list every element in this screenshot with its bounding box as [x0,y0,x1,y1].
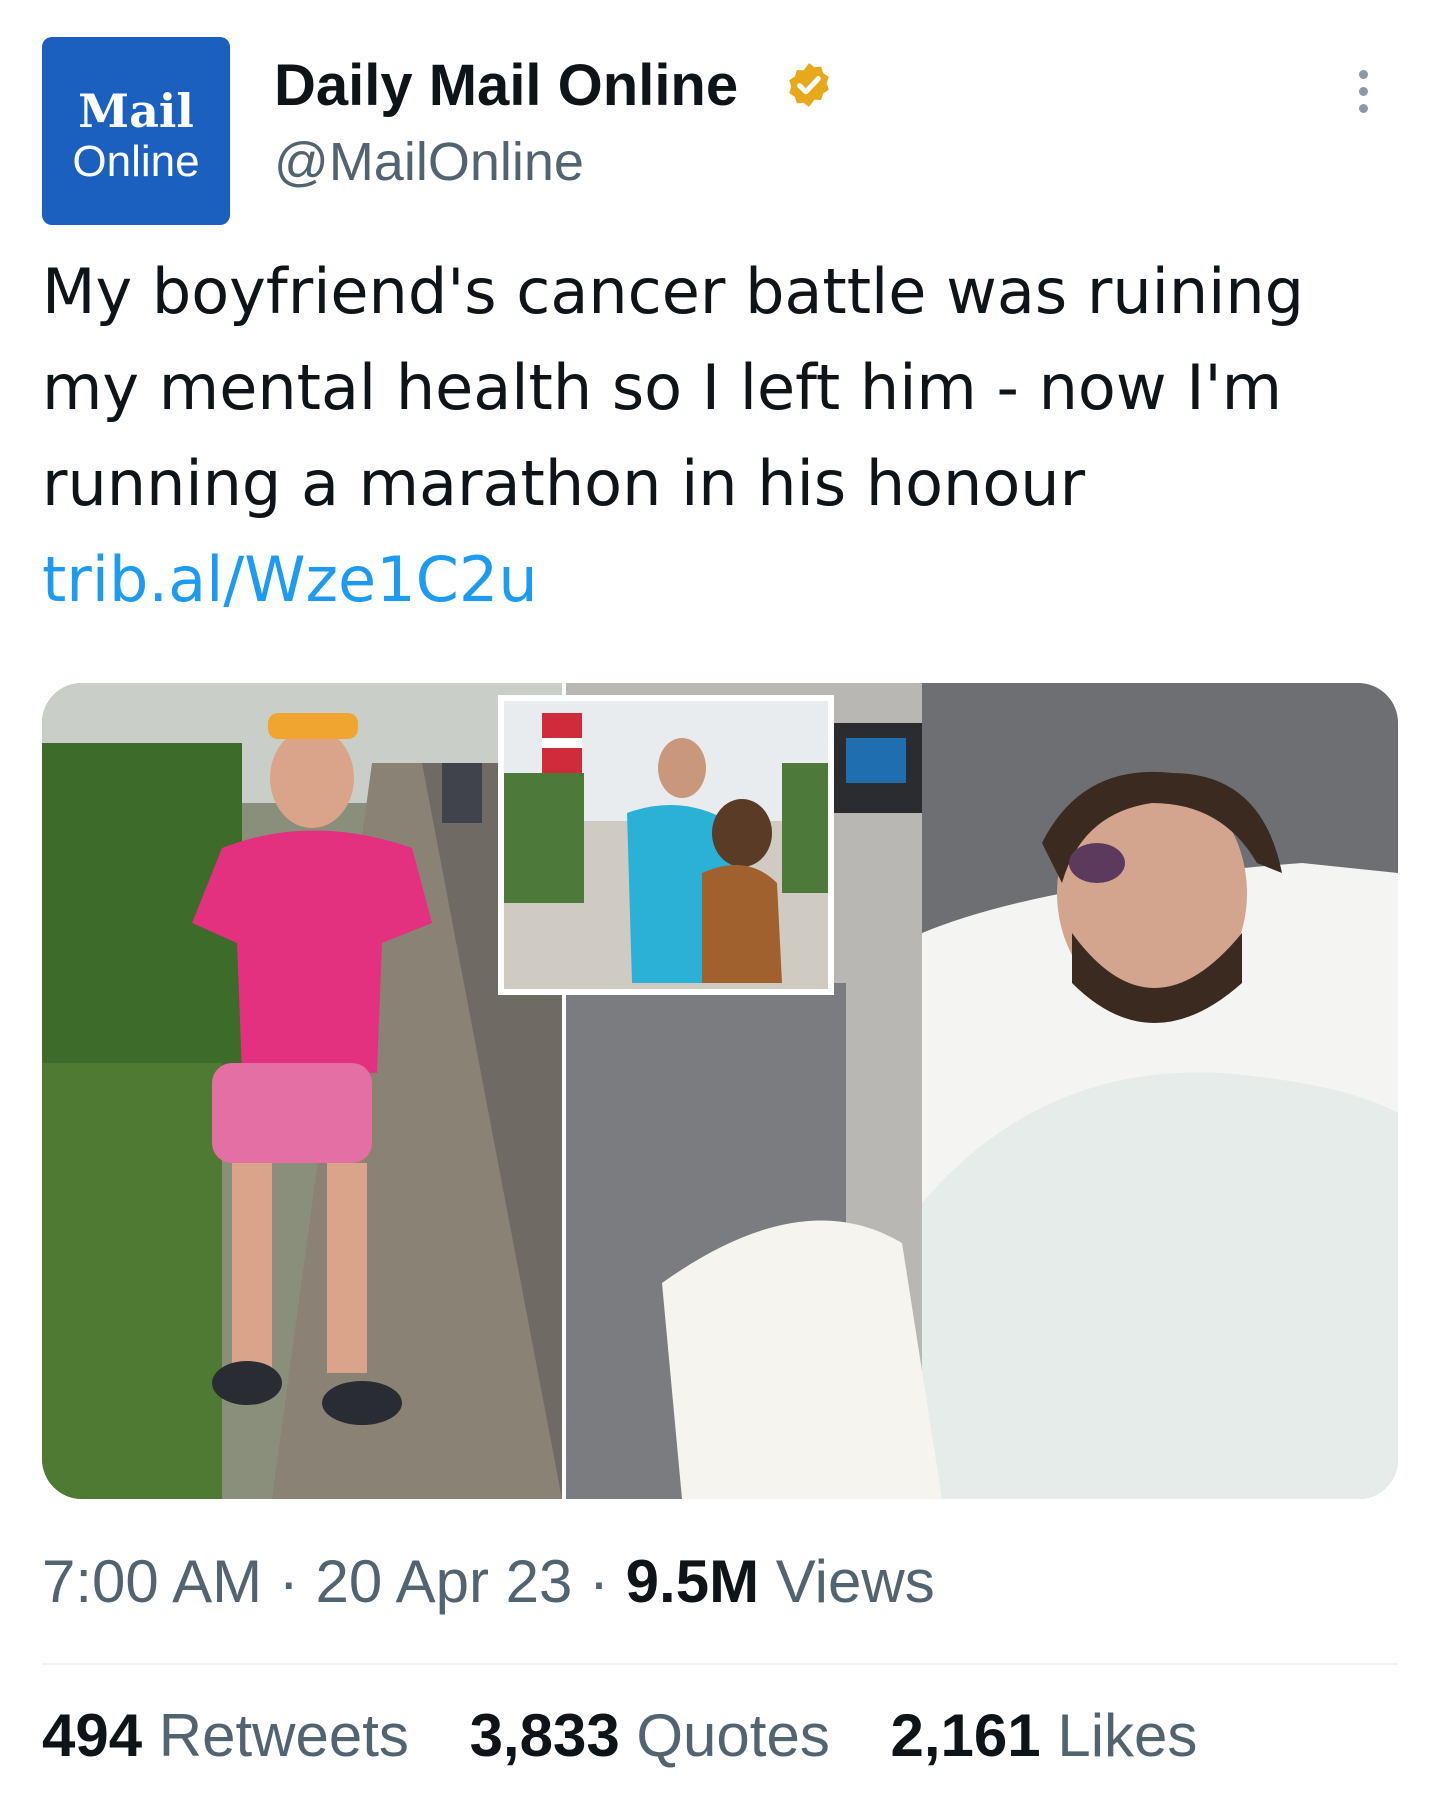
engagement-stats: 494 Retweets 3,833 Quotes 2,161 Likes [42,1700,1241,1772]
account-handle[interactable]: @MailOnline [274,130,584,194]
tweet-media[interactable] [42,683,1398,1499]
views-count: 9.5M [625,1548,760,1615]
avatar[interactable]: Mail Online [42,37,230,225]
media-illustration [42,683,1398,1499]
avatar-logo-line1: Mail [78,84,194,138]
likes-stat[interactable]: 2,161 Likes [891,1702,1198,1769]
quotes-count: 3,833 [469,1702,620,1769]
likes-count: 2,161 [890,1702,1041,1769]
divider [42,1663,1398,1665]
tweet-date[interactable]: 20 Apr 23 [315,1548,572,1615]
woman-head [270,728,354,828]
tweet-link[interactable]: trib.al/Wze1C2u [42,543,538,616]
tweet-text: My boyfriend's cancer battle was ruining… [42,244,1412,628]
tweet-body: My boyfriend's cancer battle was ruining… [42,255,1305,520]
retweets-count: 494 [42,1702,143,1769]
more-icon[interactable] [1350,70,1376,122]
views-label: Views [775,1548,935,1615]
retweets-label: Retweets [158,1702,409,1769]
quotes-stat[interactable]: 3,833 Quotes [470,1702,830,1769]
tweet-meta: 7:00 AM · 20 Apr 23 · 9.5M Views [42,1548,935,1615]
quotes-label: Quotes [636,1702,830,1769]
avatar-logo-line2: Online [72,137,200,186]
tweet-time[interactable]: 7:00 AM [42,1548,262,1615]
likes-label: Likes [1057,1702,1198,1769]
retweets-stat[interactable]: 494 Retweets [42,1702,409,1769]
verified-icon [789,63,829,107]
display-name[interactable]: Daily Mail Online [274,52,738,120]
